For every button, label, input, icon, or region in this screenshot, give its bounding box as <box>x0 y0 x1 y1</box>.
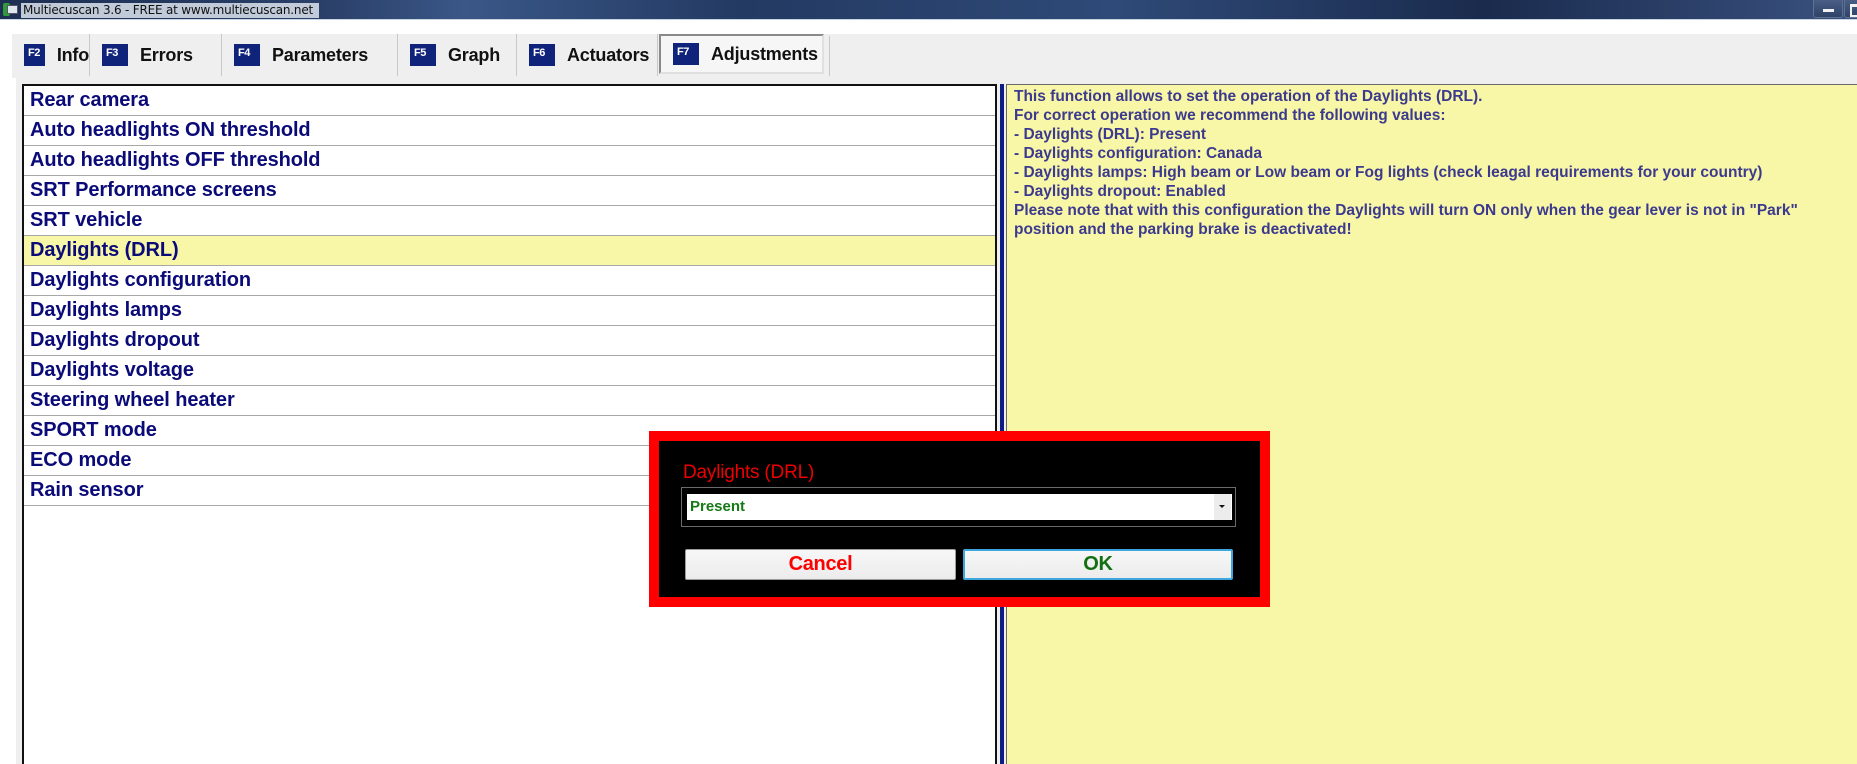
tab-parameters[interactable]: F4 Parameters <box>222 34 398 76</box>
description-line: This function allows to set the operatio… <box>1014 88 1483 105</box>
panel-splitter[interactable] <box>1000 84 1004 764</box>
tab-actuators[interactable]: F6 Actuators <box>517 34 658 76</box>
tab-label: Parameters <box>272 44 369 65</box>
list-item-rear-camera[interactable]: Rear camera <box>24 86 995 116</box>
tab-label: Graph <box>448 44 501 65</box>
description-line: position and the parking brake is deacti… <box>1014 221 1352 238</box>
value-select-frame: Present <box>681 487 1236 527</box>
list-item-auto-headlights-off-threshold[interactable]: Auto headlights OFF threshold <box>24 146 995 176</box>
cancel-button[interactable]: Cancel <box>685 549 956 580</box>
chevron-down-icon[interactable] <box>1214 494 1231 520</box>
tab-label: Adjustments <box>711 43 818 64</box>
list-item-daylights-configuration[interactable]: Daylights configuration <box>24 266 995 296</box>
dialog-title: Daylights (DRL) <box>683 462 815 483</box>
description-line: - Daylights lamps: High beam or Low beam… <box>1014 164 1763 181</box>
ok-button[interactable]: OK <box>963 549 1233 580</box>
tab-label: Actuators <box>567 44 650 65</box>
list-item-daylights-drl[interactable]: Daylights (DRL) <box>24 236 995 266</box>
tab-info[interactable]: F2 Info <box>12 34 90 76</box>
list-item-auto-headlights-on-threshold[interactable]: Auto headlights ON threshold <box>24 116 995 146</box>
window-title: Multiecuscan 3.6 - FREE at www.multiecus… <box>21 3 320 18</box>
f5-key-badge: F5 <box>410 44 436 66</box>
adjustments-list[interactable]: Rear camera Auto headlights ON threshold… <box>22 84 997 764</box>
list-item-srt-performance-screens[interactable]: SRT Performance screens <box>24 176 995 206</box>
adjustment-dialog: Daylights (DRL) Present Cancel OK <box>649 431 1270 607</box>
tab-errors[interactable]: F3 Errors <box>90 34 222 76</box>
f3-key-badge: F3 <box>102 44 128 66</box>
value-select[interactable]: Present <box>687 494 1232 520</box>
f2-key-badge: F2 <box>24 44 45 66</box>
description-line: - Daylights configuration: Canada <box>1014 145 1263 162</box>
tab-graph[interactable]: F5 Graph <box>398 34 517 76</box>
list-item-daylights-voltage[interactable]: Daylights voltage <box>24 356 995 386</box>
f7-key-badge: F7 <box>673 43 699 65</box>
restore-button[interactable] <box>1844 0 1857 18</box>
list-item-daylights-dropout[interactable]: Daylights dropout <box>24 326 995 356</box>
description-line: For correct operation we recommend the f… <box>1014 107 1446 124</box>
f4-key-badge: F4 <box>234 44 260 66</box>
list-item-daylights-lamps[interactable]: Daylights lamps <box>24 296 995 326</box>
app-icon <box>3 3 18 17</box>
tab-adjustments[interactable]: F7 Adjustments <box>659 34 830 76</box>
list-item-srt-vehicle[interactable]: SRT vehicle <box>24 206 995 236</box>
description-line: - Daylights (DRL): Present <box>1014 126 1207 143</box>
minimize-button[interactable] <box>1813 0 1843 18</box>
tab-label: Errors <box>140 44 193 65</box>
f6-key-badge: F6 <box>529 44 555 66</box>
tab-label: Info <box>56 44 89 65</box>
window-titlebar: Multiecuscan 3.6 - FREE at www.multiecus… <box>0 0 1857 20</box>
description-line: Please note that with this configuration… <box>1014 202 1798 219</box>
description-panel: This function allows to set the operatio… <box>1006 84 1857 764</box>
tab-bar: F2 Info F3 Errors F4 Parameters F5 Graph… <box>12 34 1857 78</box>
selected-value: Present <box>690 498 746 515</box>
list-item-steering-wheel-heater[interactable]: Steering wheel heater <box>24 386 995 416</box>
description-line: - Daylights dropout: Enabled <box>1014 183 1226 200</box>
